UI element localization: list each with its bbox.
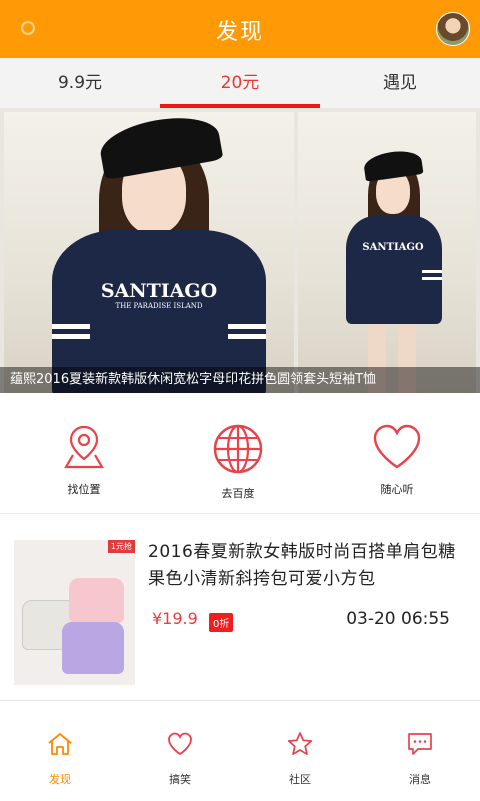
quick-link-baidu[interactable]: 去百度 <box>178 423 298 501</box>
product-time: 03-20 06:55 <box>346 609 450 629</box>
bag-pink <box>69 578 124 623</box>
quick-link-label: 找位置 <box>67 483 101 496</box>
nav-messages[interactable]: 消息 <box>360 731 480 787</box>
message-icon <box>408 733 432 755</box>
discount-badge: 0折 <box>209 613 234 632</box>
section-divider <box>0 513 480 514</box>
sleeve-stripe <box>228 334 266 339</box>
tab-20-yuan[interactable]: 20元 <box>160 58 320 108</box>
tab-bar: 9.9元 20元 遇见 <box>0 58 480 109</box>
heart-icon <box>373 424 421 469</box>
nav-funny[interactable]: 搞笑 <box>120 731 240 787</box>
quick-link-listen[interactable]: 随心听 <box>337 423 457 497</box>
tab-meet[interactable]: 遇见 <box>320 58 480 108</box>
nav-label: 消息 <box>409 773 431 786</box>
sleeve-stripe <box>52 324 90 329</box>
quick-link-find-location[interactable]: 找位置 <box>24 423 144 497</box>
sleeve-stripe <box>422 277 442 280</box>
banner-carousel[interactable]: SANTIAGO THE PARADISE ISLAND SANTIAGO 蕴熙… <box>0 108 480 393</box>
top-app-bar: 发现 <box>0 0 480 58</box>
shirt-print-main: SANTIAGO <box>362 242 424 253</box>
globe-icon <box>213 424 263 474</box>
sleeve-stripe <box>422 270 442 273</box>
page-title: 发现 <box>215 20 264 45</box>
star-icon <box>287 732 313 756</box>
product-card[interactable]: 1元抢 2016春夏新款女韩版时尚百搭单肩包糖果色小清新斜挎包可爱小方包 ¥19… <box>0 527 480 697</box>
sleeve-stripe <box>228 324 266 329</box>
shirt-print-sub: THE PARADISE ISLAND <box>115 302 203 310</box>
banner-photo-front: SANTIAGO THE PARADISE ISLAND <box>4 112 294 393</box>
shirt-print-main: SANTIAGO <box>100 280 218 302</box>
home-icon <box>48 733 72 755</box>
bottom-navigation: 发现 搞笑 社区 消息 <box>0 700 480 801</box>
nav-label: 社区 <box>289 773 311 786</box>
cap <box>96 112 224 181</box>
tab-9-9-yuan[interactable]: 9.9元 <box>0 58 160 108</box>
nav-community[interactable]: 社区 <box>240 731 360 787</box>
nav-label: 搞笑 <box>169 773 191 786</box>
product-price: ¥19.9 <box>152 609 198 628</box>
user-avatar[interactable] <box>436 12 470 46</box>
heart-outline-icon <box>168 732 192 756</box>
location-map-icon <box>64 425 104 469</box>
product-image: 1元抢 <box>14 540 135 685</box>
quick-link-label: 去百度 <box>221 487 255 500</box>
nav-discover[interactable]: 发现 <box>0 731 120 787</box>
banner-caption: 蕴熙2016夏装新款韩版休闲宽松字母印花拼色圆领套头短袖T恤 <box>0 367 480 393</box>
sleeve-stripe <box>52 334 90 339</box>
bag-purple <box>62 622 124 674</box>
nav-label: 发现 <box>49 773 71 786</box>
product-image-tag: 1元抢 <box>107 540 135 553</box>
banner-photo-side: SANTIAGO <box>298 112 476 393</box>
quick-links: 找位置 去百度 随心听 <box>0 393 480 513</box>
product-title: 2016春夏新款女韩版时尚百搭单肩包糖果色小清新斜挎包可爱小方包 <box>148 542 456 589</box>
quick-link-label: 随心听 <box>380 483 414 496</box>
